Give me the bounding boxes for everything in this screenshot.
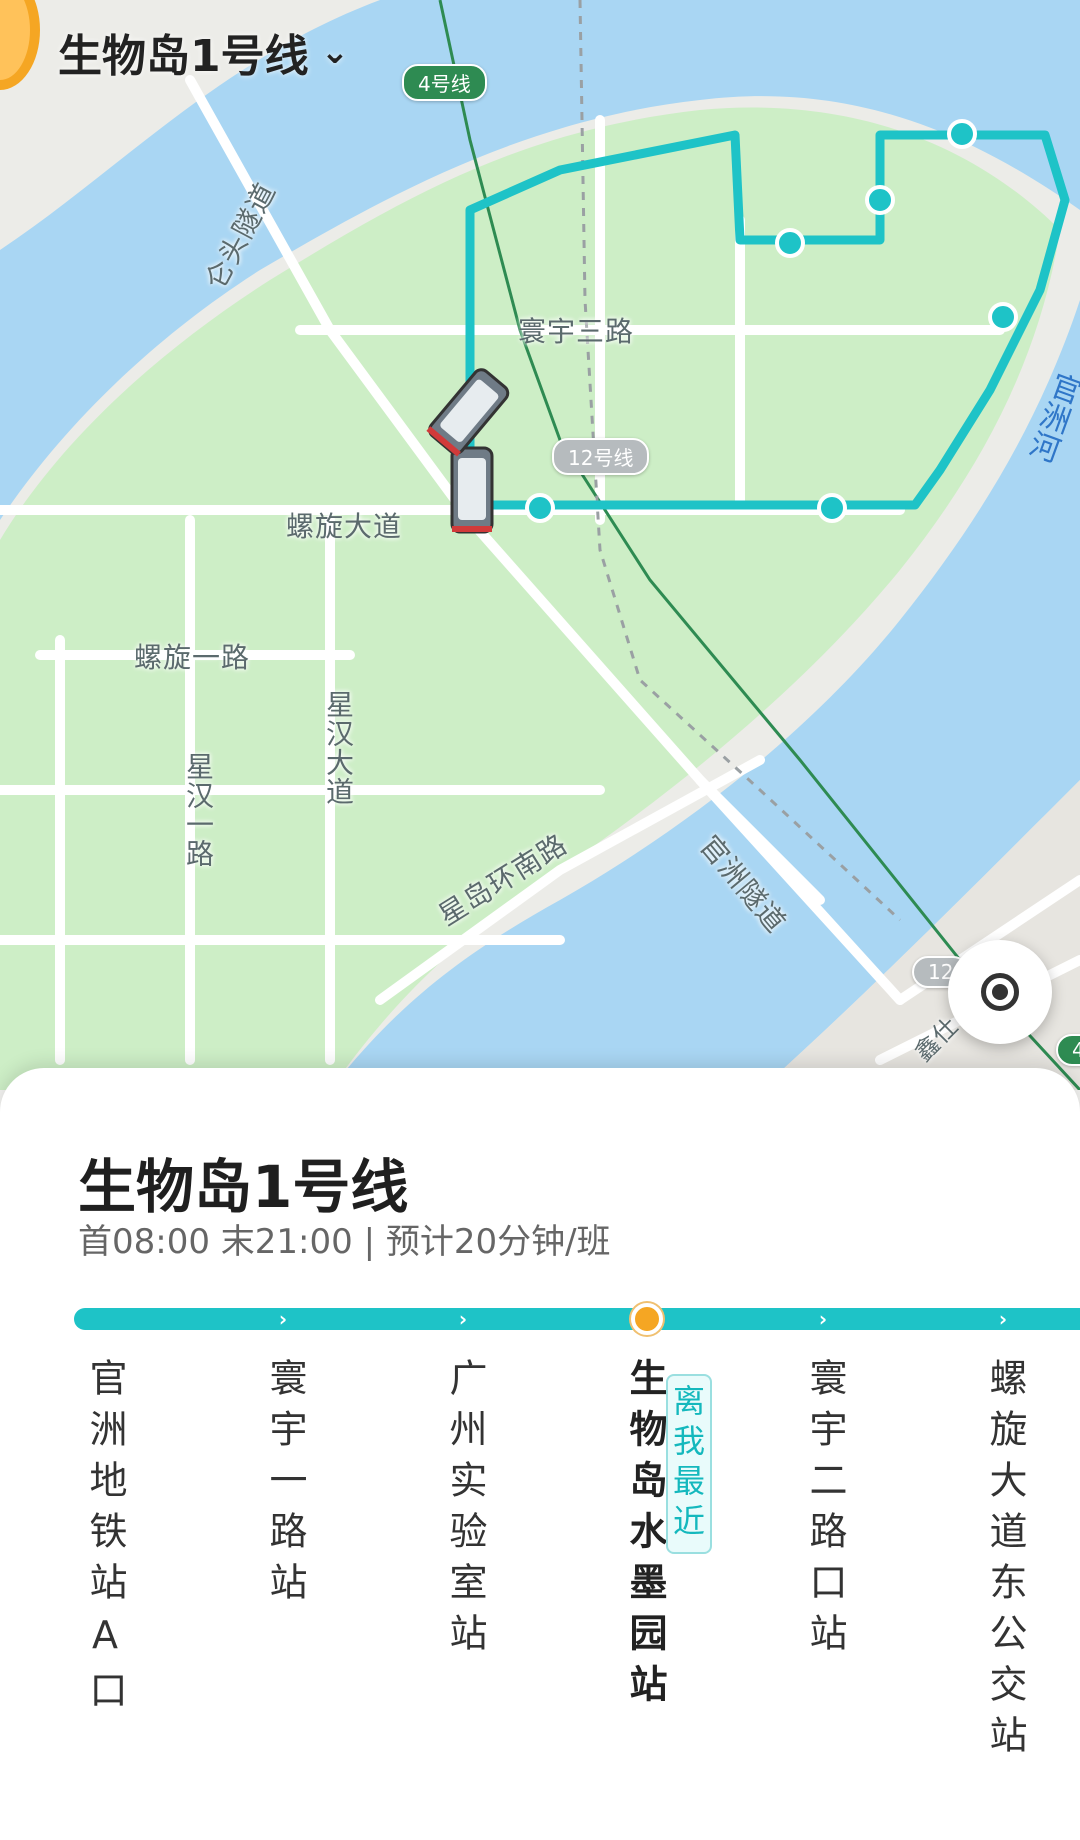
map-view[interactable]: 寰宇三路 螺旋大道 螺旋一路 星汉大道 星汉一路 星岛环南路 官洲隧道 仑头隧道… <box>0 0 1080 1090</box>
stop-item-current[interactable]: 生物岛水墨园站 <box>620 1358 670 1715</box>
metro-badge-line4-partial[interactable]: 4 <box>1056 1034 1080 1066</box>
route-progress-bar <box>74 1308 1080 1330</box>
chevron-right-icon: › <box>818 1307 828 1331</box>
chevron-right-icon: › <box>278 1307 288 1331</box>
schedule-text: 首08:00 末21:00 | 预计20分钟/班 <box>78 1222 611 1262</box>
locate-target-icon <box>981 973 1019 1011</box>
metro-badge-line4[interactable]: 4号线 <box>402 64 487 101</box>
map-canvas[interactable] <box>0 0 1080 1090</box>
route-stop-marker <box>947 119 977 149</box>
road-label: 寰宇三路 <box>518 315 635 348</box>
route-stop-marker <box>525 493 555 523</box>
stop-item[interactable]: 螺旋大道东公交站 <box>980 1358 1030 1766</box>
route-info-panel: 生物岛1号线 首08:00 末21:00 | 预计20分钟/班 › › › › … <box>0 1068 1080 1840</box>
stop-item[interactable]: 广州实验室站 <box>440 1358 490 1664</box>
nearest-stop-badge: 离我最近 <box>666 1374 712 1554</box>
panel-route-title: 生物岛1号线 <box>78 1153 409 1221</box>
chevron-down-icon: ⌄ <box>320 32 350 72</box>
chevron-right-icon: › <box>998 1307 1008 1331</box>
road-label: 星汉大道 <box>322 690 355 806</box>
route-stop-marker <box>865 185 895 215</box>
stop-item[interactable]: 官洲地铁站A口 <box>80 1358 130 1721</box>
stop-item[interactable]: 寰宇一路站 <box>260 1358 310 1613</box>
chevron-right-icon: › <box>458 1307 468 1331</box>
stop-item[interactable]: 寰宇二路口站 <box>800 1358 850 1664</box>
route-selector[interactable]: 生物岛1号线 ⌄ <box>58 20 349 84</box>
current-stop-marker <box>631 1303 663 1335</box>
route-stop-marker <box>775 228 805 258</box>
road-label: 星汉一路 <box>182 752 215 868</box>
route-stop-marker <box>817 493 847 523</box>
road-label: 螺旋大道 <box>286 510 403 543</box>
bus-icon-1 <box>450 446 494 534</box>
metro-badge-line12[interactable]: 12号线 <box>552 438 650 475</box>
route-selector-title: 生物岛1号线 <box>58 31 309 82</box>
road-label: 螺旋一路 <box>134 641 251 674</box>
route-stop-marker <box>988 302 1018 332</box>
locate-button[interactable] <box>948 940 1052 1044</box>
